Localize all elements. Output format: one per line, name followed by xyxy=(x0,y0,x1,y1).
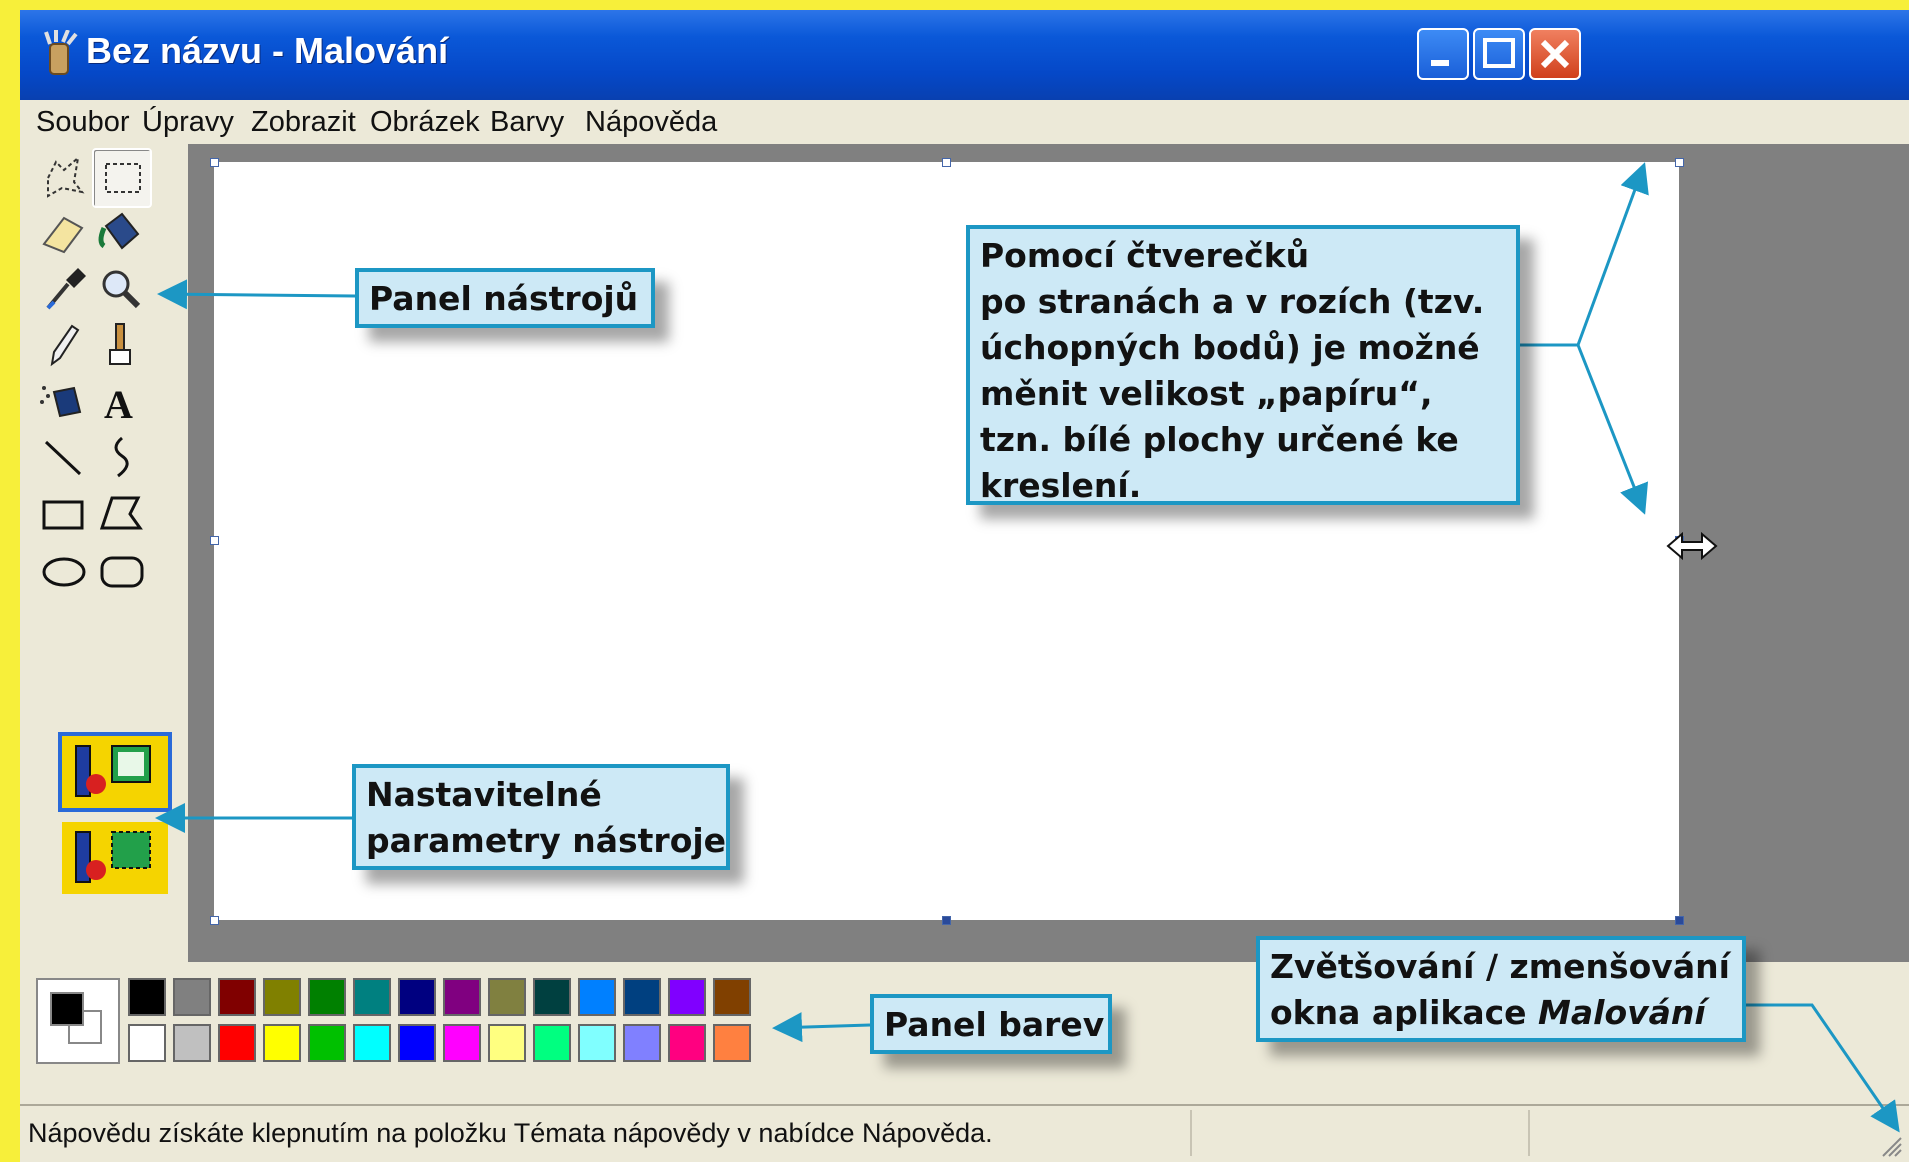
minimize-button[interactable] xyxy=(1417,28,1469,80)
color-swatch[interactable] xyxy=(263,1024,301,1062)
rect-select-icon[interactable] xyxy=(92,148,152,208)
color-swatch[interactable] xyxy=(308,1024,346,1062)
minimize-icon xyxy=(1431,60,1449,66)
callout-zoom: Zvětšování / zmenšování okna aplikace Ma… xyxy=(1256,936,1746,1042)
status-separator xyxy=(1528,1110,1530,1156)
airbrush-icon[interactable] xyxy=(34,372,94,432)
maximize-icon xyxy=(1483,38,1515,68)
resize-handle-top-right xyxy=(1675,158,1684,167)
window-title: Bez názvu - Malování xyxy=(86,30,449,71)
color-swatch[interactable] xyxy=(353,978,391,1016)
ellipse-icon[interactable] xyxy=(34,540,94,600)
callout-text: kreslení. xyxy=(980,466,1142,505)
resize-handle-bottom-left xyxy=(210,916,219,925)
color-swatch[interactable] xyxy=(218,978,256,1016)
color-swatch[interactable] xyxy=(173,978,211,1016)
callout-resize-handles: Pomocí čtverečků po stranách a v rozích … xyxy=(966,225,1520,505)
color-swatch[interactable] xyxy=(443,978,481,1016)
magnifier-icon[interactable] xyxy=(92,260,152,320)
color-swatch[interactable] xyxy=(488,1024,526,1062)
resize-cursor-icon xyxy=(1666,531,1718,561)
callout-text: Zvětšování / zmenšování xyxy=(1270,947,1730,986)
menu-upravy[interactable]: Úpravy xyxy=(142,106,234,139)
color-picker-icon[interactable] xyxy=(34,260,94,320)
curve-icon[interactable] xyxy=(92,428,152,488)
rectangle-icon[interactable] xyxy=(34,484,94,544)
tool-panel: A xyxy=(28,146,188,960)
eraser-icon[interactable] xyxy=(34,204,94,264)
status-separator xyxy=(1190,1110,1192,1156)
callout-text: po stranách a v rozích (tzv. xyxy=(980,282,1485,321)
callout-text: měnit velikost „papíru“, xyxy=(980,374,1433,413)
close-icon xyxy=(1540,39,1570,69)
color-swatch[interactable] xyxy=(398,1024,436,1062)
callout-text: Pomocí čtverečků xyxy=(980,236,1310,275)
color-swatch[interactable] xyxy=(668,978,706,1016)
svg-text:A: A xyxy=(104,382,133,427)
color-swatch[interactable] xyxy=(713,1024,751,1062)
callout-text-line2: okna aplikace Malování xyxy=(1270,990,1732,1036)
menu-napoveda[interactable]: Nápověda xyxy=(585,106,717,139)
title-bar[interactable]: Bez názvu - Malování xyxy=(20,10,1909,100)
callout-text: Panel nástrojů xyxy=(369,279,639,318)
color-swatch[interactable] xyxy=(308,978,346,1016)
color-swatch[interactable] xyxy=(263,978,301,1016)
menu-soubor[interactable]: Soubor xyxy=(36,106,130,139)
color-swatch[interactable] xyxy=(668,1024,706,1062)
color-swatch[interactable] xyxy=(398,978,436,1016)
color-swatch[interactable] xyxy=(488,978,526,1016)
color-swatch[interactable] xyxy=(443,1024,481,1062)
callout-text: Nastavitelné xyxy=(366,775,602,814)
fill-bucket-icon[interactable] xyxy=(92,204,152,264)
callout-color-panel: Panel barev xyxy=(870,994,1112,1054)
color-swatch[interactable] xyxy=(218,1024,256,1062)
current-colors[interactable] xyxy=(36,978,120,1064)
color-swatch[interactable] xyxy=(128,978,166,1016)
close-button[interactable] xyxy=(1529,28,1581,80)
rounded-rect-icon[interactable] xyxy=(92,540,152,600)
transparency-option-transparent[interactable] xyxy=(58,818,172,898)
color-swatch[interactable] xyxy=(533,1024,571,1062)
menu-bar: Soubor Úpravy Zobrazit Obrázek Barvy Náp… xyxy=(20,100,1909,140)
paint-app-icon xyxy=(44,30,78,75)
line-icon[interactable] xyxy=(34,428,94,488)
text-icon[interactable]: A xyxy=(92,372,152,432)
resize-handle-bottom-right[interactable] xyxy=(1675,916,1684,925)
color-swatch[interactable] xyxy=(623,978,661,1016)
status-text: Nápovědu získáte klepnutím na položku Té… xyxy=(28,1118,993,1148)
menu-zobrazit[interactable]: Zobrazit xyxy=(251,106,356,139)
menu-barvy[interactable]: Barvy xyxy=(490,106,564,139)
transparency-option-opaque[interactable] xyxy=(58,732,172,812)
callout-tool-panel: Panel nástrojů xyxy=(355,268,655,328)
size-grip-icon[interactable] xyxy=(1879,1134,1903,1158)
callout-text-prefix: okna aplikace xyxy=(1270,993,1539,1032)
color-swatch[interactable] xyxy=(578,1024,616,1062)
color-panel xyxy=(28,968,788,1078)
color-swatch[interactable] xyxy=(128,1024,166,1062)
color-swatch[interactable] xyxy=(713,978,751,1016)
color-swatch[interactable] xyxy=(533,978,571,1016)
callout-text: parametry nástroje xyxy=(366,821,727,860)
callout-text: Panel barev xyxy=(884,1005,1105,1044)
free-select-icon[interactable] xyxy=(34,148,94,208)
callout-text: úchopných bodů) je možné xyxy=(980,328,1480,367)
foreground-color-swatch xyxy=(50,992,84,1026)
color-swatch[interactable] xyxy=(578,978,616,1016)
callout-text: tzn. bílé plochy určené ke xyxy=(980,420,1459,459)
color-swatch[interactable] xyxy=(353,1024,391,1062)
resize-handle-top-left xyxy=(210,158,219,167)
resize-handle-bottom[interactable] xyxy=(942,916,951,925)
resize-handle-top xyxy=(942,158,951,167)
callout-tool-params: Nastavitelné parametry nástroje xyxy=(352,764,730,870)
color-swatch[interactable] xyxy=(173,1024,211,1062)
menu-obrazek[interactable]: Obrázek xyxy=(370,106,480,139)
resize-handle-left xyxy=(210,536,219,545)
status-bar: Nápovědu získáte klepnutím na položku Té… xyxy=(20,1104,1909,1162)
brush-icon[interactable] xyxy=(92,316,152,376)
callout-app-name: Malování xyxy=(1538,993,1706,1032)
color-swatch[interactable] xyxy=(623,1024,661,1062)
maximize-button[interactable] xyxy=(1473,28,1525,80)
pencil-icon[interactable] xyxy=(34,316,94,376)
polygon-icon[interactable] xyxy=(92,484,152,544)
